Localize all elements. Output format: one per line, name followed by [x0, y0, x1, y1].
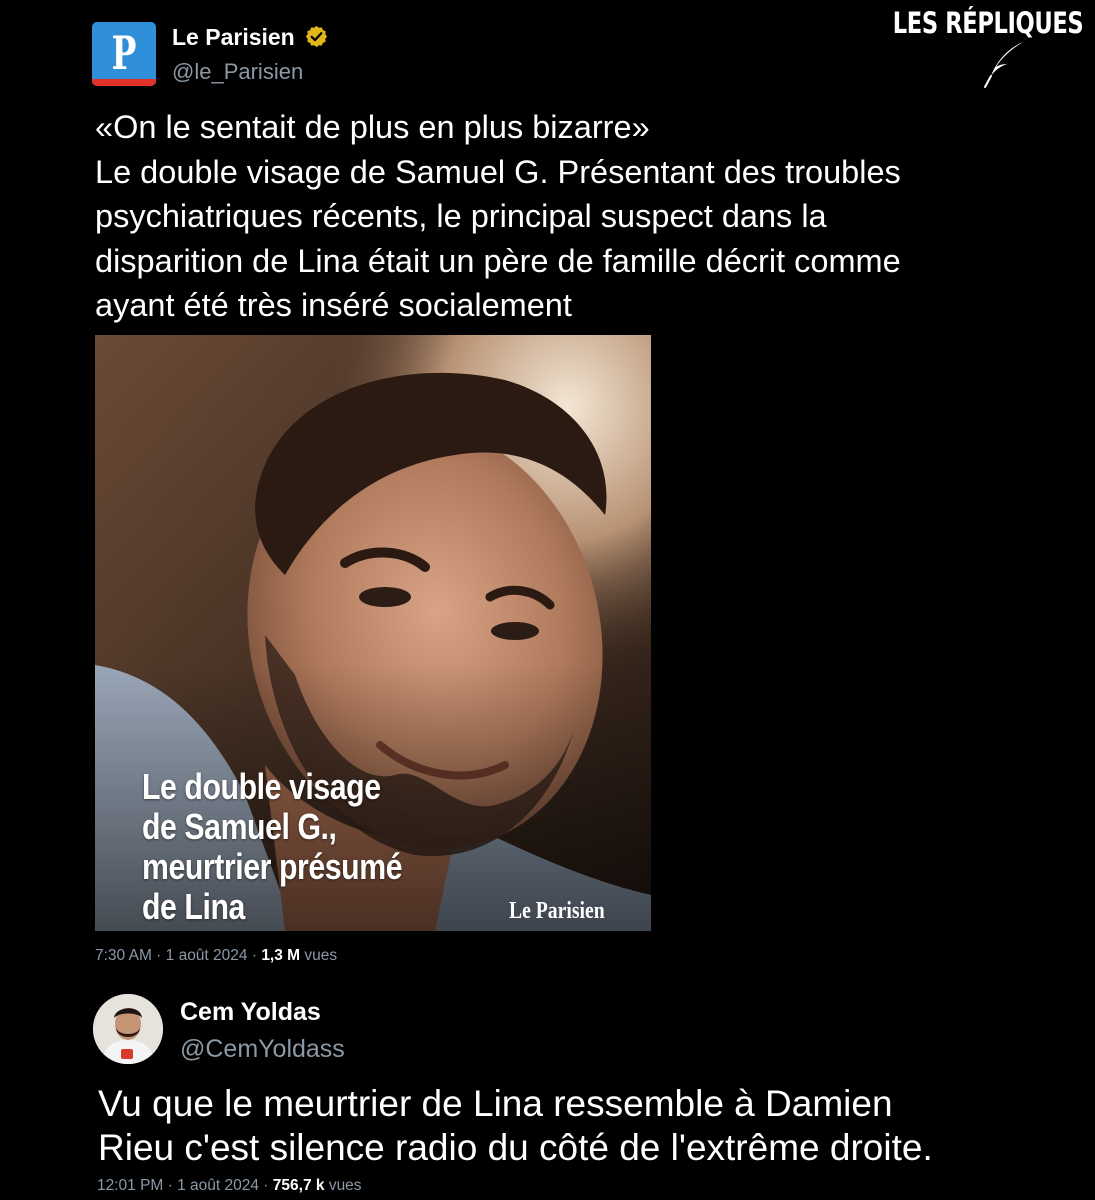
cem-yoldas-avatar[interactable] — [93, 994, 163, 1064]
tweet-image[interactable]: Le double visage de Samuel G., meurtrier… — [95, 335, 651, 931]
caption-line: de Samuel G., — [142, 806, 337, 847]
logo-stripe — [92, 79, 156, 86]
le-parisien-avatar[interactable]: P — [92, 22, 156, 86]
views-label: vues — [304, 947, 338, 964]
tweet-meta: 12:01 PM · 1 août 2024 · 756,7 k vues — [97, 1177, 362, 1195]
timestamp[interactable]: 12:01 PM · 1 août 2024 · — [97, 1177, 268, 1194]
profile-photo — [93, 994, 163, 1064]
author-name[interactable]: Le Parisien — [172, 24, 295, 51]
views-count: 1,3 M — [261, 947, 301, 964]
views-count: 756,7 k — [272, 1177, 325, 1194]
tweet-text-line: disparition de Lina était un père de fam… — [95, 242, 901, 279]
tweet-text: «On le sentait de plus en plus bizarre» … — [95, 105, 1055, 328]
caption-line: meurtrier présumé — [142, 846, 403, 887]
tweet-text-line: Rieu c'est silence radio du côté de l'ex… — [98, 1127, 933, 1168]
watermark: LES RÉPLIQUES — [839, 6, 1083, 40]
views-label: vues — [328, 1177, 362, 1194]
le-parisien-logo: P — [111, 26, 137, 80]
author-info: Cem Yoldas @CemYoldass — [180, 998, 345, 1064]
author-info: Le Parisien @le_Parisien — [172, 24, 328, 85]
tweet-text-line: ayant été très inséré socialement — [95, 287, 572, 323]
author-name[interactable]: Cem Yoldas — [180, 998, 345, 1027]
quill-icon — [984, 42, 1023, 88]
image-caption: Le double visage de Samuel G., meurtrier… — [142, 766, 403, 927]
tweet-text-line: Vu que le meurtrier de Lina ressemble à … — [98, 1083, 893, 1124]
image-logo: Le Parisien — [509, 898, 605, 924]
verified-badge-icon — [306, 25, 328, 48]
tweet-meta: 7:30 AM · 1 août 2024 · 1,3 M vues — [95, 947, 337, 965]
watermark-text: LES RÉPLIQUES — [892, 6, 1083, 40]
tweet-text-line: Le double visage de Samuel G. Présentant… — [95, 153, 901, 190]
author-handle[interactable]: @le_Parisien — [172, 59, 328, 85]
caption-line: Le double visage — [142, 766, 381, 807]
caption-line: de Lina — [142, 886, 245, 927]
tweet-text: Vu que le meurtrier de Lina ressemble à … — [98, 1082, 933, 1170]
timestamp[interactable]: 7:30 AM · 1 août 2024 · — [95, 947, 257, 964]
author-handle[interactable]: @CemYoldass — [180, 1035, 345, 1064]
tweet-text-line: «On le sentait de plus en plus bizarre» — [95, 109, 650, 145]
tweet-text-line: psychiatriques récents, le principal sus… — [95, 198, 827, 234]
